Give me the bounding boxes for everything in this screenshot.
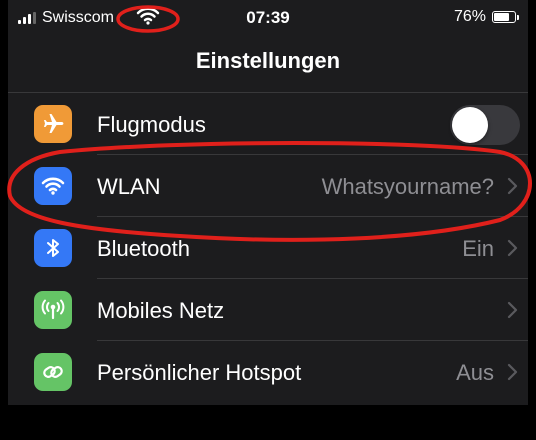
status-time: 07:39 (246, 8, 290, 27)
row-value: Ein (462, 236, 494, 261)
row-wlan[interactable]: WLAN Whatsyourname? (8, 155, 528, 217)
row-mobiles-netz[interactable]: Mobiles Netz (8, 279, 528, 341)
row-hotspot[interactable]: Persönlicher Hotspot Aus (8, 341, 528, 403)
chevron-right-icon (507, 363, 518, 381)
airplane-mode-toggle[interactable] (450, 105, 520, 145)
chevron-right-icon (507, 301, 518, 319)
bluetooth-icon (34, 229, 72, 267)
battery-percent: 76% (453, 8, 486, 25)
wifi-icon (34, 167, 72, 205)
row-label: Persönlicher Hotspot (97, 360, 302, 385)
row-label: Bluetooth (97, 236, 190, 261)
row-label: WLAN (97, 174, 161, 199)
airplane-icon (34, 105, 72, 143)
row-label: Mobiles Netz (97, 298, 225, 323)
row-label: Flugmodus (97, 112, 206, 137)
row-value: Aus (456, 360, 494, 385)
bottom-bar (0, 405, 536, 440)
battery-icon (492, 11, 519, 23)
battery-fill (494, 13, 510, 21)
status-bar: Swisscom 07:39 76% (8, 0, 528, 36)
navigation-bar: Einstellungen (8, 36, 528, 93)
toggle-knob (452, 107, 488, 143)
row-value: Whatsyourname? (321, 174, 494, 199)
row-flugmodus[interactable]: Flugmodus (8, 93, 528, 155)
antenna-icon (34, 291, 72, 329)
row-bluetooth[interactable]: Bluetooth Ein (8, 217, 528, 279)
settings-list: Flugmodus WLAN Whatsyourname? Bluetooth … (8, 93, 528, 403)
hotspot-icon (34, 353, 72, 391)
chevron-right-icon (507, 239, 518, 257)
settings-screen: Swisscom 07:39 76% Einstellungen Flugmod… (8, 0, 528, 410)
status-right: 76% (453, 8, 519, 26)
page-title: Einstellungen (195, 48, 341, 73)
chevron-right-icon (507, 177, 518, 195)
